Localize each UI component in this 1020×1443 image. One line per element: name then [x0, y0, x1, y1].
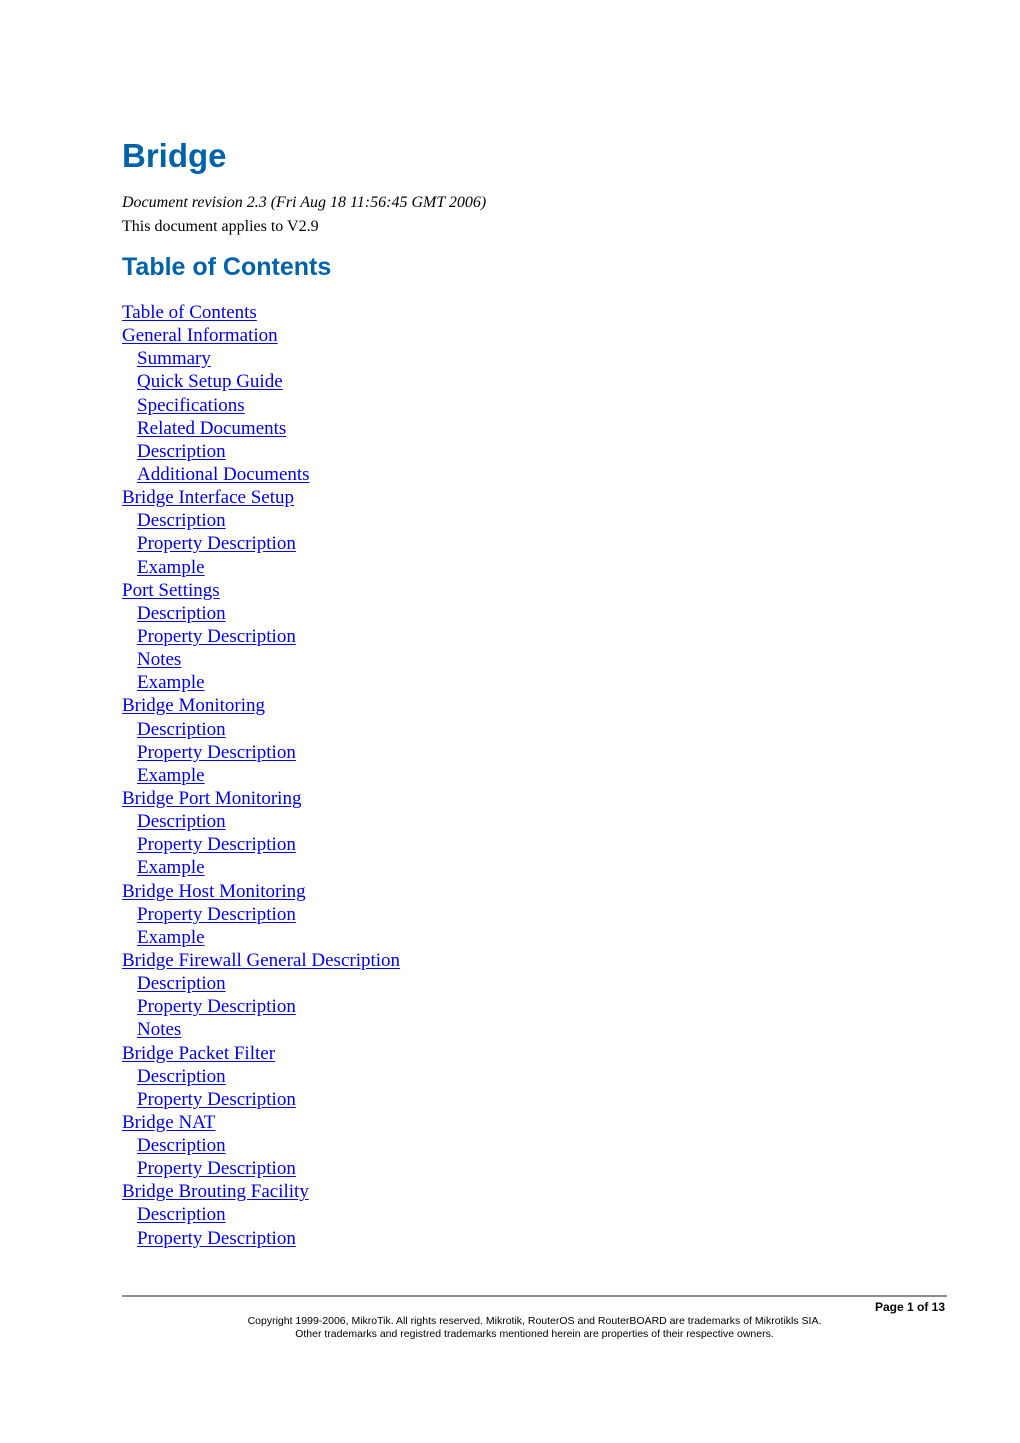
toc-link[interactable]: Property Description [137, 626, 296, 647]
toc-link[interactable]: Property Description [137, 1158, 296, 1179]
toc-link[interactable]: Description [137, 973, 226, 994]
toc-subsection-item: Example [122, 926, 400, 949]
toc-link[interactable]: Property Description [137, 996, 296, 1017]
toc-subsection-item: Description [122, 810, 400, 833]
toc-subsection-item: Description [122, 1134, 400, 1157]
toc-section-item: Bridge Monitoring [122, 694, 400, 717]
toc-link[interactable]: Additional Documents [137, 464, 310, 485]
toc-subsection-item: Description [122, 718, 400, 741]
toc-subsection-item: Example [122, 764, 400, 787]
toc-link[interactable]: Description [137, 1066, 226, 1087]
toc-subsection-item: Property Description [122, 1227, 400, 1250]
toc-section-item: Bridge Firewall General Description [122, 949, 400, 972]
toc-link[interactable]: Description [137, 603, 226, 624]
toc-subsection-item: Notes [122, 648, 400, 671]
toc-subsection-item: Example [122, 671, 400, 694]
page-number: Page 1 of 13 [874, 1300, 945, 1314]
toc-link[interactable]: Property Description [137, 904, 296, 925]
toc-link[interactable]: Description [137, 441, 226, 462]
copyright-notice: Copyright 1999-2006, MikroTik. All right… [122, 1315, 947, 1341]
toc-link[interactable]: Bridge Port Monitoring [122, 788, 301, 809]
toc-subsection-item: Notes [122, 1018, 400, 1041]
toc-subsection-item: Description [122, 602, 400, 625]
toc-subsection-item: Property Description [122, 833, 400, 856]
toc-subsection-item: Property Description [122, 995, 400, 1018]
toc-link[interactable]: Table of Contents [122, 302, 257, 323]
toc-link[interactable]: Property Description [137, 1089, 296, 1110]
toc-subsection-item: Description [122, 509, 400, 532]
toc-section-item: Bridge Port Monitoring [122, 787, 400, 810]
toc-link[interactable]: Property Description [137, 834, 296, 855]
toc-link[interactable]: Port Settings [122, 580, 220, 601]
toc-subsection-item: Specifications [122, 394, 400, 417]
copyright-line-1: Copyright 1999-2006, MikroTik. All right… [247, 1315, 822, 1327]
toc-link[interactable]: Bridge Packet Filter [122, 1043, 275, 1064]
copyright-line-2: Other trademarks and registred trademark… [295, 1328, 774, 1340]
toc-subsection-item: Additional Documents [122, 463, 400, 486]
toc-link[interactable]: Bridge Host Monitoring [122, 881, 306, 902]
toc-section-item: Bridge Brouting Facility [122, 1180, 400, 1203]
toc-link[interactable]: Bridge Brouting Facility [122, 1181, 309, 1202]
toc-link[interactable]: Notes [137, 649, 181, 670]
toc-subsection-item: Description [122, 972, 400, 995]
toc-link[interactable]: Description [137, 510, 226, 531]
toc-link[interactable]: Description [137, 1135, 226, 1156]
toc-link[interactable]: Specifications [137, 395, 245, 416]
table-of-contents: Table of Contents General Information Summ… [122, 301, 400, 1250]
footer-divider [122, 1295, 947, 1297]
toc-link[interactable]: Quick Setup Guide [137, 371, 283, 392]
toc-section-item: Bridge Packet Filter [122, 1042, 400, 1065]
toc-subsection-item: Description [122, 1203, 400, 1226]
document-revision: Document revision 2.3 (Fri Aug 18 11:56:… [122, 194, 487, 211]
toc-link[interactable]: Description [137, 1204, 226, 1225]
toc-link[interactable]: Example [137, 927, 205, 948]
toc-section-item: Port Settings [122, 579, 400, 602]
toc-link[interactable]: Property Description [137, 742, 296, 763]
toc-link[interactable]: Notes [137, 1019, 181, 1040]
toc-subsection-item: Property Description [122, 741, 400, 764]
toc-link[interactable]: Bridge Interface Setup [122, 487, 294, 508]
toc-link[interactable]: Property Description [137, 533, 296, 554]
toc-subsection-item: Example [122, 856, 400, 879]
toc-section-item: Bridge Interface Setup [122, 486, 400, 509]
toc-link[interactable]: Summary [137, 348, 211, 369]
toc-section-item: General Information [122, 324, 400, 347]
toc-link[interactable]: Example [137, 557, 205, 578]
toc-section-item: Table of Contents [122, 301, 400, 324]
toc-section-item: Bridge Host Monitoring [122, 880, 400, 903]
toc-section-item: Bridge NAT [122, 1111, 400, 1134]
toc-subsection-item: Property Description [122, 1088, 400, 1111]
toc-link[interactable]: Description [137, 811, 226, 832]
toc-link[interactable]: Property Description [137, 1228, 296, 1249]
toc-subsection-item: Summary [122, 347, 400, 370]
toc-subsection-item: Property Description [122, 625, 400, 648]
toc-subsection-item: Property Description [122, 903, 400, 926]
toc-subsection-item: Property Description [122, 1157, 400, 1180]
document-title: Bridge [122, 137, 227, 174]
toc-link[interactable]: Example [137, 857, 205, 878]
toc-link[interactable]: Description [137, 719, 226, 740]
toc-link[interactable]: Related Documents [137, 418, 286, 439]
toc-subsection-item: Description [122, 440, 400, 463]
toc-link[interactable]: Bridge NAT [122, 1112, 215, 1133]
toc-link[interactable]: Example [137, 672, 205, 693]
document-page: Bridge Document revision 2.3 (Fri Aug 18… [0, 0, 1020, 1443]
toc-heading: Table of Contents [122, 253, 332, 281]
document-applies-to: This document applies to V2.9 [122, 218, 319, 235]
toc-link[interactable]: General Information [122, 325, 278, 346]
toc-subsection-item: Quick Setup Guide [122, 370, 400, 393]
toc-subsection-item: Property Description [122, 532, 400, 555]
toc-link[interactable]: Bridge Monitoring [122, 695, 265, 716]
toc-link[interactable]: Example [137, 765, 205, 786]
toc-subsection-item: Related Documents [122, 417, 400, 440]
toc-subsection-item: Example [122, 556, 400, 579]
toc-link[interactable]: Bridge Firewall General Description [122, 950, 400, 971]
toc-subsection-item: Description [122, 1065, 400, 1088]
